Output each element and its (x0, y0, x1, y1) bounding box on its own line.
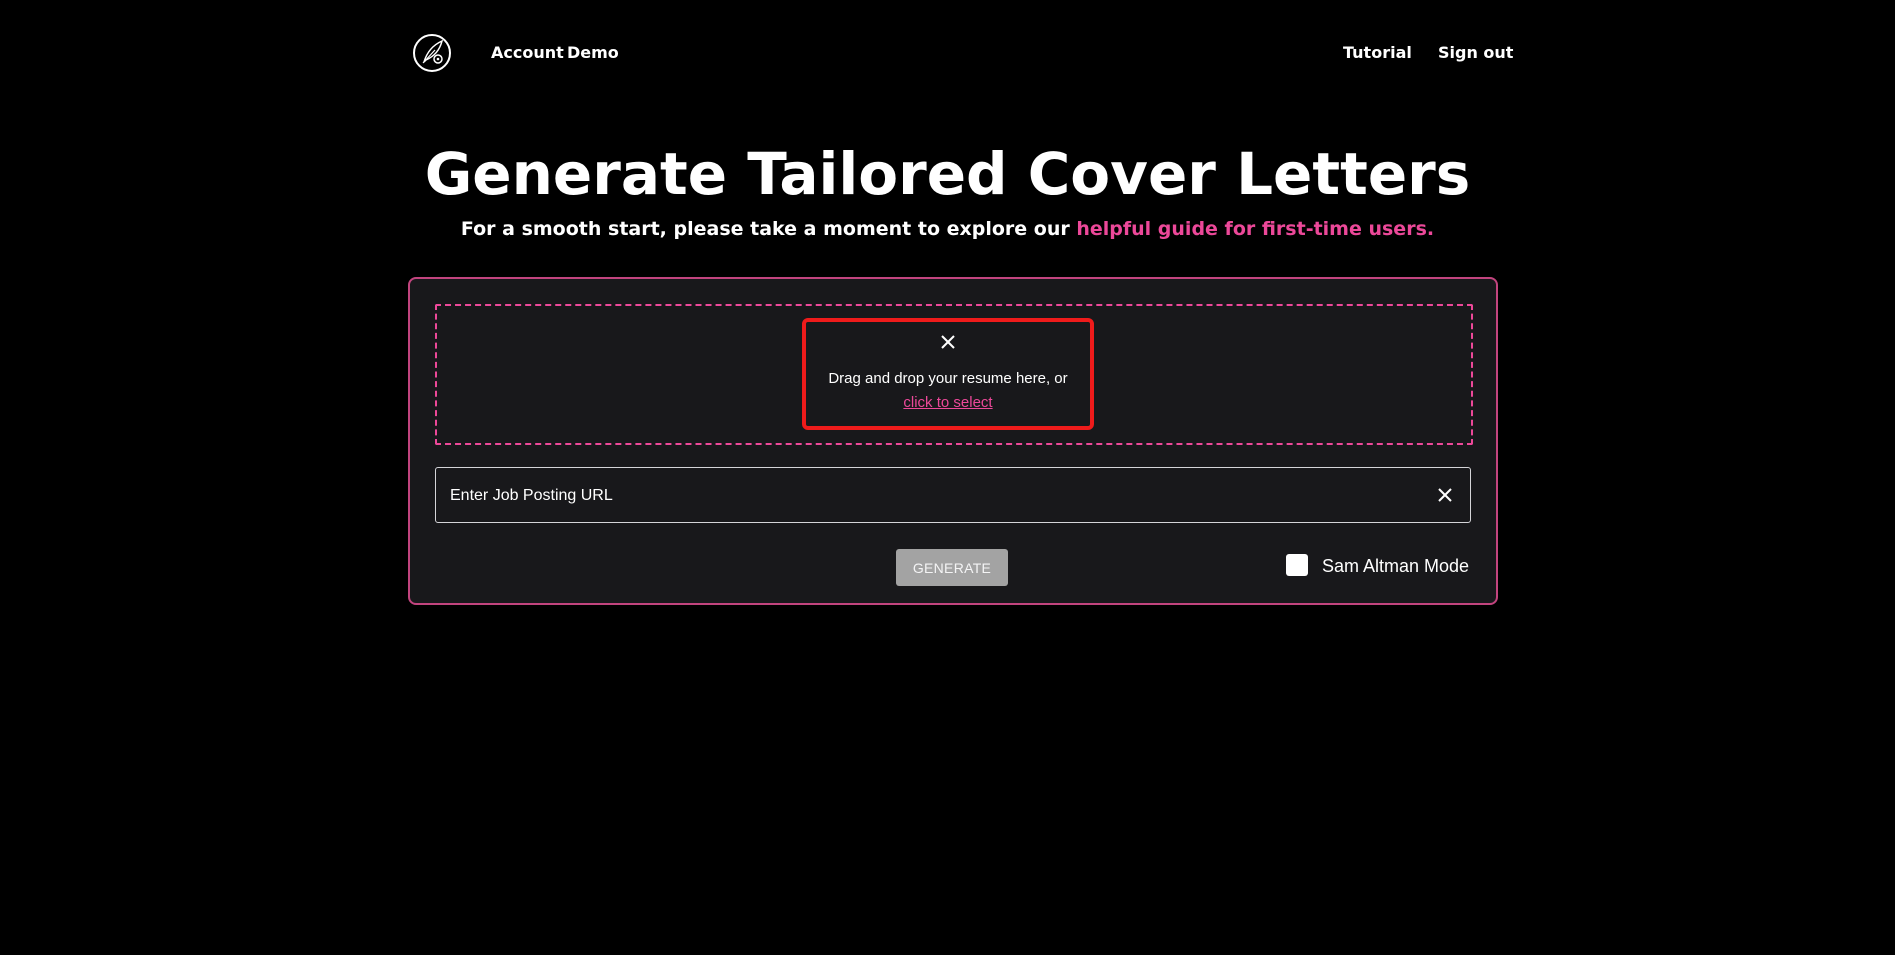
click-to-select-link[interactable]: click to select (806, 394, 1090, 411)
sam-altman-mode-label[interactable]: Sam Altman Mode (1322, 556, 1469, 577)
nav-account-link[interactable]: Account (491, 43, 564, 62)
close-icon[interactable] (938, 332, 958, 352)
resume-dropzone[interactable]: Drag and drop your resume here, or click… (435, 304, 1473, 445)
generate-button[interactable]: GENERATE (896, 549, 1008, 586)
clear-url-icon[interactable] (1436, 486, 1454, 504)
nav-signout-link[interactable]: Sign out (1438, 43, 1513, 62)
job-url-input[interactable] (448, 468, 1412, 524)
top-nav: Account Demo Tutorial Sign out (0, 0, 1895, 106)
page-subtitle: For a smooth start, please take a moment… (0, 218, 1895, 240)
nav-demo-link[interactable]: Demo (567, 43, 619, 62)
nav-tutorial-link[interactable]: Tutorial (1343, 43, 1412, 62)
dropzone-prompt: Drag and drop your resume here, or click… (802, 318, 1094, 430)
sam-altman-mode-checkbox[interactable] (1286, 554, 1308, 576)
dropzone-instructions: Drag and drop your resume here, or (828, 370, 1068, 387)
page-title: Generate Tailored Cover Letters (424, 140, 1471, 208)
first-time-guide-link[interactable]: helpful guide for first-time users. (1076, 218, 1434, 240)
feather-gear-logo-icon[interactable] (411, 32, 453, 74)
job-url-field (435, 467, 1471, 524)
subtitle-text: For a smooth start, please take a moment… (460, 218, 1077, 240)
generator-panel: Drag and drop your resume here, or click… (408, 277, 1498, 605)
